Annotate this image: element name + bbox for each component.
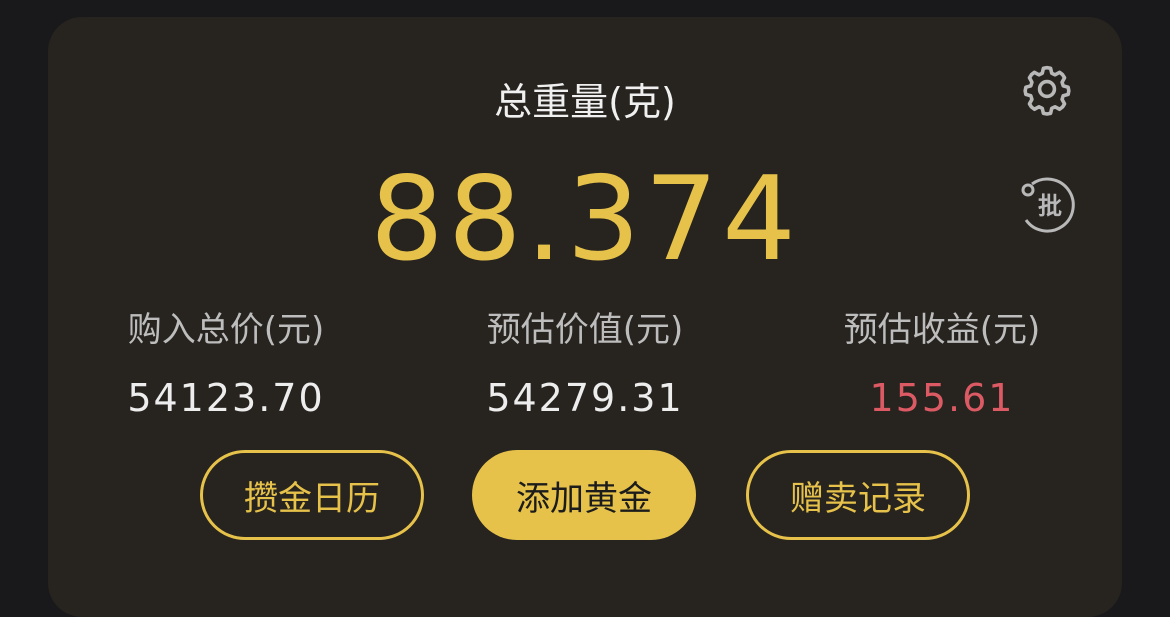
- stat-label: 预估价值(元): [486, 310, 684, 350]
- settings-button[interactable]: [1018, 60, 1076, 118]
- stat-label: 购入总价(元): [127, 310, 325, 350]
- stat-purchase-total: 购入总价(元) 54123.70: [76, 308, 376, 422]
- total-weight-value: 88.374: [370, 152, 800, 287]
- batch-icon: 批: [1021, 177, 1075, 233]
- stat-value: 155.61: [869, 376, 1015, 420]
- stat-value: 54279.31: [486, 376, 684, 420]
- batch-button[interactable]: 批: [1012, 174, 1080, 236]
- stat-estimated-value: 预估价值(元) 54279.31: [435, 308, 735, 422]
- records-button[interactable]: 赠卖记录: [746, 450, 970, 540]
- stat-label: 预估收益(元): [843, 310, 1041, 350]
- total-weight-title: 总重量(克): [494, 80, 676, 124]
- gear-icon: [1023, 65, 1071, 116]
- calendar-button[interactable]: 攒金日历: [200, 450, 424, 540]
- add-gold-button[interactable]: 添加黄金: [472, 450, 696, 540]
- stat-value: 54123.70: [127, 376, 325, 420]
- batch-glyph: 批: [1038, 192, 1062, 220]
- stat-estimated-profit: 预估收益(元) 155.61: [792, 308, 1092, 422]
